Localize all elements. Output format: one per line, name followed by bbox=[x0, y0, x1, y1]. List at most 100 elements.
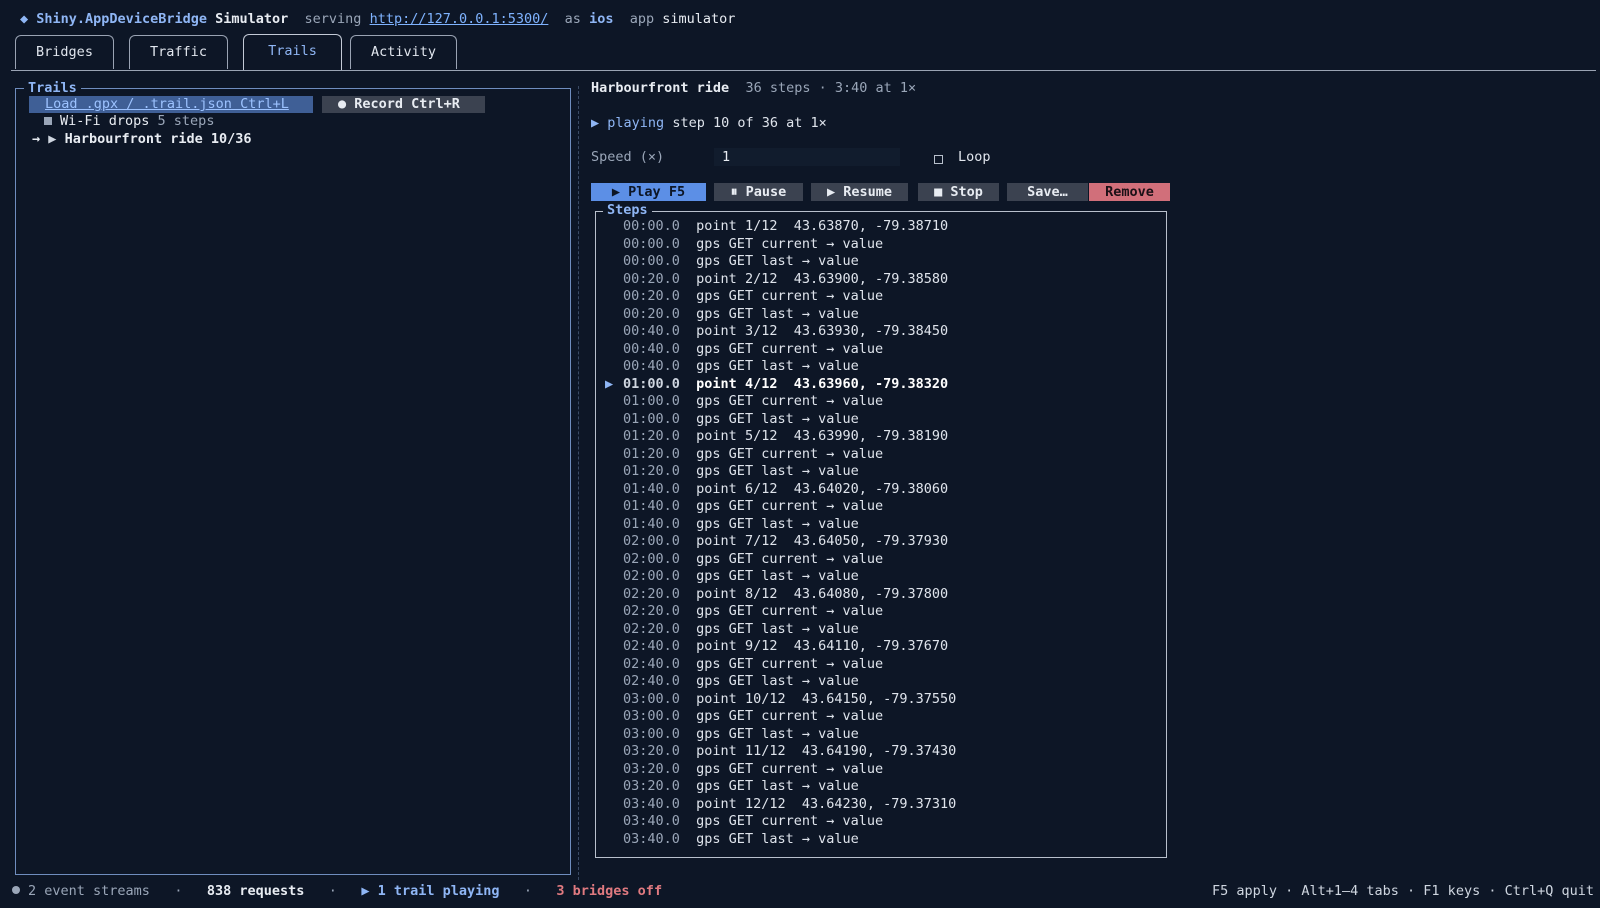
step-row[interactable]: 02:20.0 point 8/12 43.64080, -79.37800 bbox=[605, 586, 1165, 604]
step-text: point 7/12 43.64050, -79.37930 bbox=[696, 533, 949, 549]
panel-divider[interactable] bbox=[578, 86, 579, 880]
app-label: app bbox=[629, 11, 655, 27]
step-time: 00:40.0 bbox=[623, 323, 680, 339]
step-row[interactable]: 00:00.0 point 1/12 43.63870, -79.38710 bbox=[605, 218, 1165, 236]
step-text: point 12/12 43.64230, -79.37310 bbox=[696, 795, 957, 812]
step-row[interactable]: 00:20.0 gps GET last → value bbox=[605, 306, 1165, 324]
step-row[interactable]: 02:00.0 gps GET current → value bbox=[605, 551, 1165, 569]
step-text: gps GET last → value bbox=[696, 463, 859, 479]
serving-label: serving bbox=[304, 11, 362, 27]
step-row[interactable]: 00:20.0 point 2/12 43.63900, -79.38580 bbox=[605, 271, 1165, 289]
step-text: point 5/12 43.63990, -79.38190 bbox=[696, 428, 949, 444]
step-row[interactable]: 02:00.0 point 7/12 43.64050, -79.37930 bbox=[605, 533, 1165, 551]
loop-checkbox[interactable] bbox=[934, 155, 943, 164]
trail-item-detail: 5 steps bbox=[157, 113, 215, 129]
steps-list[interactable]: 00:00.0 point 1/12 43.63870, -79.38710 00… bbox=[605, 218, 1165, 848]
stream-status-dot-icon bbox=[12, 886, 20, 894]
step-text: gps GET current → value bbox=[696, 235, 884, 252]
step-time: 00:40.0 bbox=[623, 358, 680, 374]
trail-title: Harbourfront ride bbox=[591, 80, 730, 96]
step-row[interactable]: 03:40.0 gps GET last → value bbox=[605, 831, 1165, 849]
step-time: 03:20.0 bbox=[623, 760, 680, 777]
tab-bridges[interactable]: Bridges bbox=[15, 35, 114, 69]
step-text: gps GET last → value bbox=[696, 620, 859, 637]
step-time: 03:20.0 bbox=[623, 778, 680, 794]
event-streams-count: 2 event streams bbox=[28, 883, 150, 899]
stop-button[interactable]: ■ Stop bbox=[918, 183, 999, 201]
step-text: point 6/12 43.64020, -79.38060 bbox=[696, 480, 949, 497]
step-row[interactable]: 00:40.0 point 3/12 43.63930, -79.38450 bbox=[605, 323, 1165, 341]
step-row[interactable]: 00:00.0 gps GET current → value bbox=[605, 236, 1165, 254]
playback-status: ▶ playing step 10 of 36 at 1× bbox=[591, 114, 827, 132]
step-text: point 4/12 43.63960, -79.38320 bbox=[696, 375, 949, 392]
speed-input[interactable] bbox=[714, 148, 900, 166]
step-time: 03:40.0 bbox=[623, 813, 680, 829]
step-row[interactable]: 01:20.0 point 5/12 43.63990, -79.38190 bbox=[605, 428, 1165, 446]
step-text: gps GET current → value bbox=[696, 550, 884, 567]
step-time: 01:40.0 bbox=[623, 515, 680, 532]
step-text: gps GET last → value bbox=[696, 410, 859, 427]
status-bar: 2 event streams · 838 requests · ▶ 1 tra… bbox=[12, 882, 662, 900]
step-time: 02:20.0 bbox=[623, 603, 680, 619]
status-word: playing bbox=[607, 115, 665, 131]
step-row[interactable]: 02:40.0 point 9/12 43.64110, -79.37670 bbox=[605, 638, 1165, 656]
step-row[interactable]: 00:40.0 gps GET current → value bbox=[605, 341, 1165, 359]
step-row[interactable]: 03:40.0 point 12/12 43.64230, -79.37310 bbox=[605, 796, 1165, 814]
as-label: as bbox=[564, 11, 581, 27]
step-row[interactable]: 03:00.0 gps GET last → value bbox=[605, 726, 1165, 744]
step-row[interactable]: 03:20.0 point 11/12 43.64190, -79.37430 bbox=[605, 743, 1165, 761]
step-row[interactable]: 00:00.0 gps GET last → value bbox=[605, 253, 1165, 271]
pause-button[interactable]: ⏸ Pause bbox=[714, 183, 803, 201]
step-row[interactable]: 01:40.0 point 6/12 43.64020, -79.38060 bbox=[605, 481, 1165, 499]
step-text: point 2/12 43.63900, -79.38580 bbox=[696, 270, 949, 287]
step-row-current[interactable]: ▶ 01:00.0 point 4/12 43.63960, -79.38320 bbox=[605, 376, 1165, 394]
step-row[interactable]: 01:40.0 gps GET last → value bbox=[605, 516, 1165, 534]
tab-traffic[interactable]: Traffic bbox=[129, 35, 228, 69]
step-row[interactable]: 01:20.0 gps GET current → value bbox=[605, 446, 1165, 464]
steps-panel-title: Steps bbox=[603, 201, 652, 219]
tab-trails[interactable]: Trails bbox=[243, 34, 342, 70]
step-row[interactable]: 01:00.0 gps GET current → value bbox=[605, 393, 1165, 411]
step-row[interactable]: 03:40.0 gps GET current → value bbox=[605, 813, 1165, 831]
step-row[interactable]: 03:20.0 gps GET last → value bbox=[605, 778, 1165, 796]
bridges-off-status: 3 bridges off bbox=[556, 883, 663, 899]
step-row[interactable]: 02:40.0 gps GET last → value bbox=[605, 673, 1165, 691]
step-row[interactable]: 02:40.0 gps GET current → value bbox=[605, 656, 1165, 674]
step-row[interactable]: 00:40.0 gps GET last → value bbox=[605, 358, 1165, 376]
step-row[interactable]: 00:20.0 gps GET current → value bbox=[605, 288, 1165, 306]
step-row[interactable]: 01:00.0 gps GET last → value bbox=[605, 411, 1165, 429]
step-row[interactable]: 02:20.0 gps GET last → value bbox=[605, 621, 1165, 639]
step-row[interactable]: 02:00.0 gps GET last → value bbox=[605, 568, 1165, 586]
server-url-link[interactable]: http://127.0.0.1:5300/ bbox=[370, 11, 549, 27]
step-time: 00:00.0 bbox=[623, 235, 680, 252]
step-time: 02:00.0 bbox=[623, 568, 680, 584]
step-text: point 1/12 43.63870, -79.38710 bbox=[696, 218, 949, 234]
step-text: gps GET last → value bbox=[696, 568, 859, 584]
trail-item-harbourfront-ride[interactable]: → ▶ Harbourfront ride 10/36 bbox=[32, 131, 252, 148]
app-name: Simulator bbox=[215, 11, 289, 27]
tab-activity[interactable]: Activity bbox=[350, 35, 457, 69]
step-text: gps GET current → value bbox=[696, 603, 884, 619]
status-separator: · bbox=[174, 883, 183, 899]
step-row[interactable]: 03:20.0 gps GET current → value bbox=[605, 761, 1165, 779]
step-row[interactable]: 03:00.0 point 10/12 43.64150, -79.37550 bbox=[605, 691, 1165, 709]
app-brand: Shiny.AppDeviceBridge bbox=[36, 11, 207, 27]
record-button[interactable]: ● Record Ctrl+R bbox=[322, 96, 485, 113]
save-button[interactable]: Save… bbox=[1007, 183, 1088, 201]
play-button[interactable]: ▶ Play F5 bbox=[591, 183, 706, 201]
status-separator: · bbox=[523, 883, 533, 899]
trail-item-wifi-drops[interactable]: Wi-Fi drops 5 steps bbox=[32, 113, 214, 130]
step-time: 02:40.0 bbox=[623, 655, 680, 672]
step-time: 02:40.0 bbox=[623, 638, 680, 654]
step-row[interactable]: 02:20.0 gps GET current → value bbox=[605, 603, 1165, 621]
step-time: 00:20.0 bbox=[623, 270, 680, 287]
status-text: step 10 of 36 at 1× bbox=[672, 115, 827, 131]
step-row[interactable]: 01:20.0 gps GET last → value bbox=[605, 463, 1165, 481]
step-row[interactable]: 01:40.0 gps GET current → value bbox=[605, 498, 1165, 516]
step-text: gps GET last → value bbox=[696, 305, 859, 322]
step-time: 00:20.0 bbox=[623, 305, 680, 322]
load-trail-button[interactable]: Load .gpx / .trail.json Ctrl+L bbox=[29, 96, 313, 113]
remove-button[interactable]: Remove bbox=[1089, 183, 1170, 201]
resume-button[interactable]: ▶ Resume bbox=[811, 183, 908, 201]
step-row[interactable]: 03:00.0 gps GET current → value bbox=[605, 708, 1165, 726]
